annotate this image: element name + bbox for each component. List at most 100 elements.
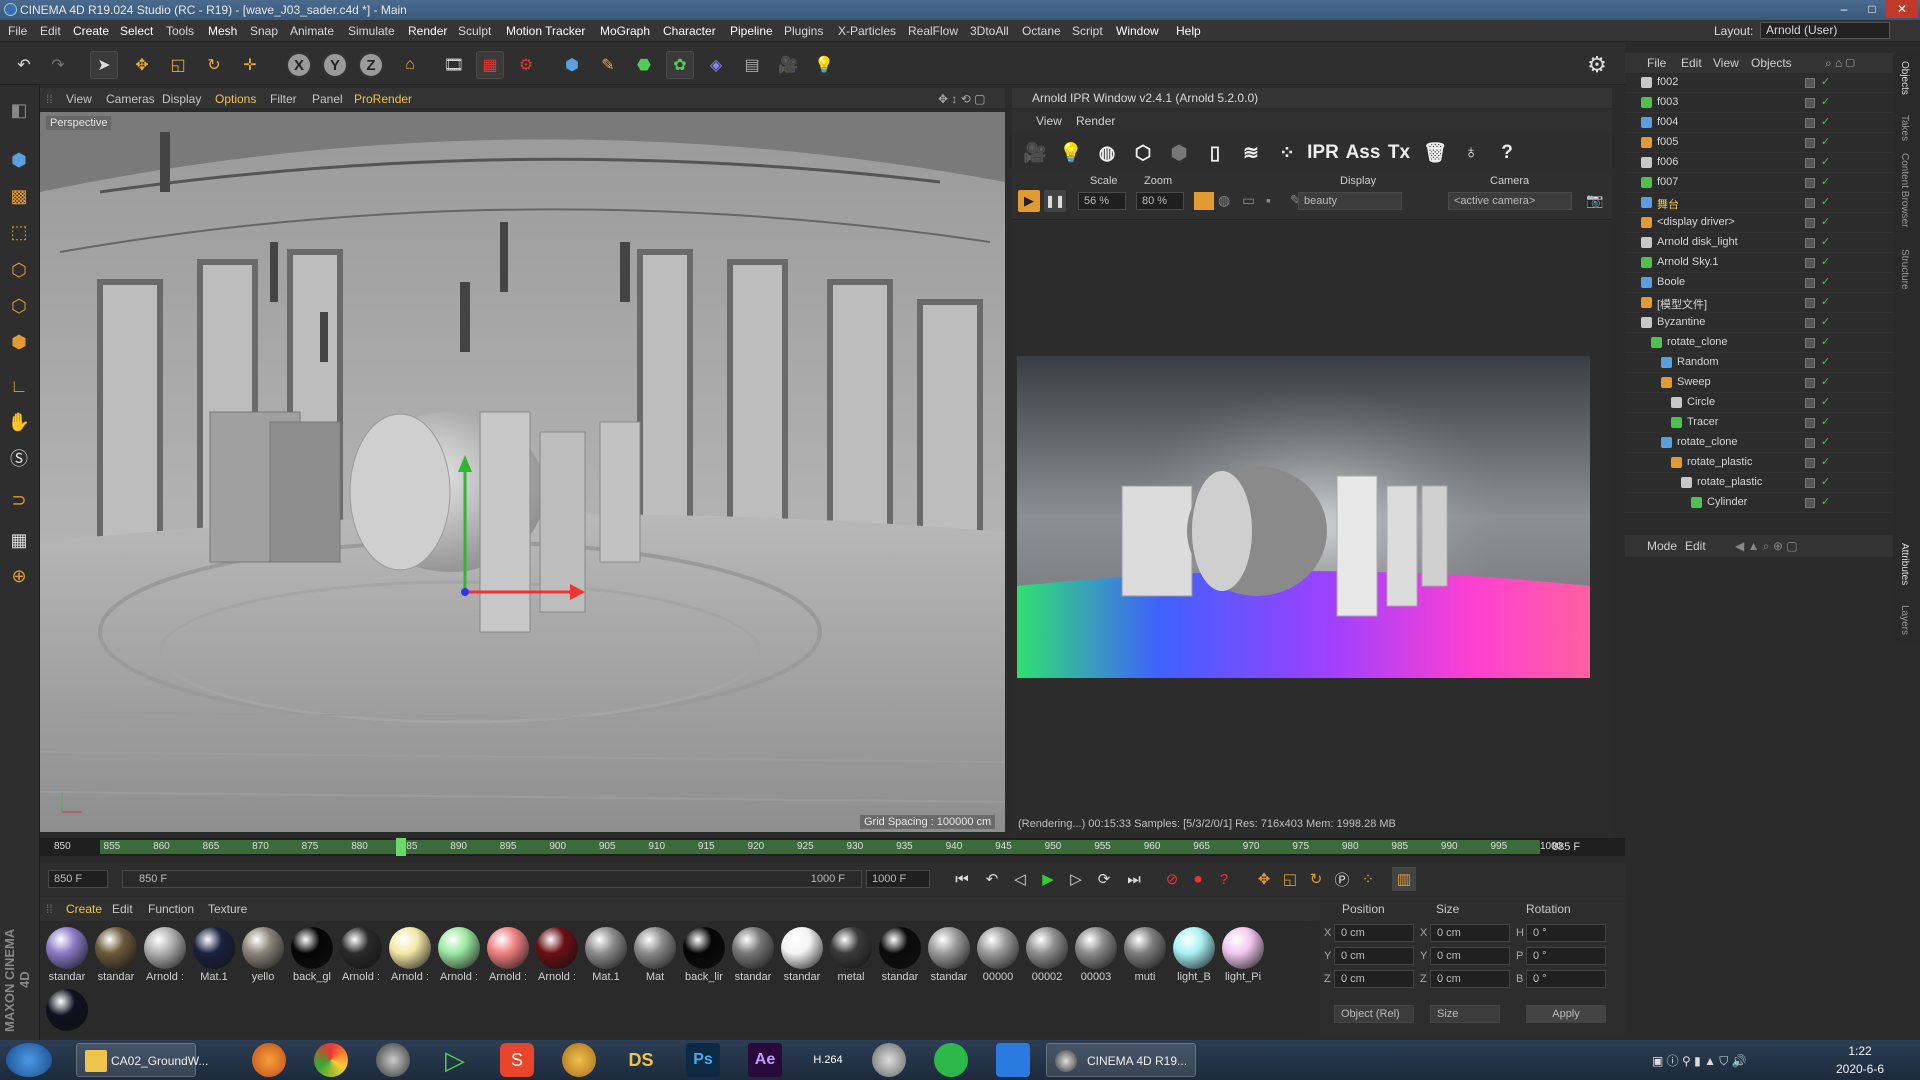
cinema4d-taskbar-icon[interactable] xyxy=(376,1043,410,1077)
enabled-check-icon[interactable]: ✓ xyxy=(1821,335,1830,348)
menu-snap[interactable]: Snap xyxy=(250,24,278,38)
material-swatch[interactable]: back_lir xyxy=(681,925,727,985)
taskbar-explorer[interactable]: CA02_GroundW... xyxy=(76,1043,208,1077)
layer-check-icon[interactable] xyxy=(1805,158,1815,168)
timeline-end-frame[interactable]: 885 F xyxy=(1552,841,1616,855)
ipr-pause-icon[interactable]: ❚❚ xyxy=(1044,190,1066,212)
timeline-playhead[interactable] xyxy=(396,838,406,856)
layer-check-icon[interactable] xyxy=(1805,378,1815,388)
enabled-check-icon[interactable]: ✓ xyxy=(1821,435,1830,448)
camera-dropdown[interactable]: <active camera> xyxy=(1448,192,1572,210)
points-mode-icon[interactable]: ⬡ xyxy=(4,255,34,285)
scale-field[interactable]: 56 % xyxy=(1078,192,1126,210)
layer-check-icon[interactable] xyxy=(1805,118,1815,128)
menu-render[interactable]: Render xyxy=(408,24,447,38)
objects-menu-view[interactable]: View xyxy=(1713,56,1739,70)
size-mode-dropdown[interactable]: Size xyxy=(1430,1005,1500,1023)
menu-sculpt[interactable]: Sculpt xyxy=(458,24,491,38)
firefox-icon[interactable] xyxy=(252,1043,286,1077)
ipr-page-icon[interactable]: ▯ xyxy=(1200,138,1230,168)
layout-dropdown[interactable]: Arnold (User) xyxy=(1760,22,1890,39)
object-row[interactable]: rotate_plastic ✓ xyxy=(1625,473,1893,493)
play-forward-icon[interactable]: ▶ xyxy=(1036,867,1060,891)
menu-file[interactable]: File xyxy=(8,24,27,38)
ipr-button[interactable]: IPR xyxy=(1304,138,1342,168)
coordinate-system-icon[interactable]: ⌂ xyxy=(396,51,424,79)
menu-animate[interactable]: Animate xyxy=(290,24,334,38)
blender-icon[interactable] xyxy=(562,1043,596,1077)
previous-frame-icon[interactable]: ◁ xyxy=(1008,867,1032,891)
object-row[interactable]: f002 ✓ xyxy=(1625,73,1893,93)
menu-help[interactable]: Help xyxy=(1176,24,1201,38)
menu-simulate[interactable]: Simulate xyxy=(348,24,395,38)
enabled-check-icon[interactable]: ✓ xyxy=(1821,175,1830,188)
layer-check-icon[interactable] xyxy=(1805,198,1815,208)
size-y-field[interactable]: 0 cm xyxy=(1430,947,1510,965)
redo-icon[interactable]: ↷ xyxy=(44,51,72,79)
next-frame-icon[interactable]: ▷ xyxy=(1064,867,1088,891)
texture-mode-icon[interactable]: ▩ xyxy=(4,181,34,211)
material-menu-create[interactable]: Create xyxy=(66,902,102,916)
make-editable-icon[interactable]: ◧ xyxy=(4,95,34,125)
menu-pipeline[interactable]: Pipeline xyxy=(730,24,773,38)
object-row[interactable]: Arnold Sky.1 ✓ xyxy=(1625,253,1893,273)
material-swatch[interactable]: Mat xyxy=(632,925,678,985)
object-row[interactable]: rotate_clone ✓ xyxy=(1625,433,1893,453)
region-mode-icon[interactable]: ▭ xyxy=(1242,192,1262,210)
quantize-icon[interactable]: ⊕ xyxy=(4,561,34,591)
ipr-menu-view[interactable]: View xyxy=(1036,114,1062,128)
material-swatch[interactable]: standar xyxy=(926,925,972,985)
enabled-check-icon[interactable]: ✓ xyxy=(1821,275,1830,288)
object-row[interactable]: f006 ✓ xyxy=(1625,153,1893,173)
attributes-menu-edit[interactable]: Edit xyxy=(1685,539,1706,553)
go-to-end-icon[interactable]: ⏭ xyxy=(1122,867,1146,891)
globe-mode-icon[interactable]: ◍ xyxy=(1218,192,1238,210)
enabled-check-icon[interactable]: ✓ xyxy=(1821,115,1830,128)
enabled-check-icon[interactable]: ✓ xyxy=(1821,355,1830,368)
enabled-check-icon[interactable]: ✓ xyxy=(1821,415,1830,428)
material-swatch[interactable]: standar xyxy=(730,925,776,985)
select-arrow-icon[interactable]: ➤ xyxy=(90,51,118,79)
close-button[interactable]: ✕ xyxy=(1886,0,1918,18)
player-icon[interactable]: ▷ xyxy=(438,1043,472,1077)
layer-check-icon[interactable] xyxy=(1805,358,1815,368)
loop-icon[interactable]: ⟳ xyxy=(1092,867,1116,891)
layer-check-icon[interactable] xyxy=(1805,498,1815,508)
ipr-globe-icon[interactable]: ◍ xyxy=(1092,138,1122,168)
menu-realflow[interactable]: RealFlow xyxy=(908,24,958,38)
material-swatch[interactable]: standar xyxy=(44,925,90,985)
y-axis-lock-icon[interactable]: Y xyxy=(322,52,348,78)
scale-icon[interactable]: ◱ xyxy=(164,51,192,79)
rot-h-field[interactable]: 0 ° xyxy=(1526,924,1606,942)
enabled-check-icon[interactable]: ✓ xyxy=(1821,395,1830,408)
model-mode-icon[interactable]: ⬢ xyxy=(4,145,34,175)
key-parameter-icon[interactable]: Ⓟ xyxy=(1330,867,1354,891)
wechat-icon[interactable] xyxy=(934,1043,968,1077)
objects-menu-file[interactable]: File xyxy=(1647,56,1666,70)
previous-keyframe-icon[interactable]: ↶ xyxy=(980,867,1004,891)
material-swatch[interactable]: 00003 xyxy=(1073,925,1119,985)
objects-menu-objects[interactable]: Objects xyxy=(1751,56,1792,70)
pen-spline-icon[interactable]: ✎ xyxy=(594,51,622,79)
coordinate-mode-dropdown[interactable]: Object (Rel) xyxy=(1334,1005,1414,1023)
object-row[interactable]: rotate_plastic ✓ xyxy=(1625,453,1893,473)
trash-icon[interactable]: 🗑 xyxy=(1420,138,1450,168)
display-dropdown[interactable]: beauty xyxy=(1298,192,1402,210)
ipr-layers-icon[interactable]: ≋ xyxy=(1236,138,1266,168)
pos-x-field[interactable]: 0 cm xyxy=(1334,924,1414,942)
timeline-layout-icon[interactable]: ▥ xyxy=(1392,867,1416,891)
objects-search-icon[interactable]: ⌕ ⌂ ▢ xyxy=(1825,56,1855,71)
subdivision-icon[interactable]: ⬣ xyxy=(630,51,658,79)
layer-check-icon[interactable] xyxy=(1805,238,1815,248)
menu-plugins[interactable]: Plugins xyxy=(784,24,823,38)
object-row[interactable]: Arnold disk_light ✓ xyxy=(1625,233,1893,253)
menu-script[interactable]: Script xyxy=(1072,24,1103,38)
layer-check-icon[interactable] xyxy=(1805,98,1815,108)
start-frame-field[interactable]: 850 F xyxy=(48,870,108,888)
maximize-button[interactable]: □ xyxy=(1858,0,1886,18)
menu-character[interactable]: Character xyxy=(663,24,716,38)
record-keys-icon[interactable]: ⊘ xyxy=(1160,867,1184,891)
enabled-check-icon[interactable]: ✓ xyxy=(1821,455,1830,468)
viewport-menu-view[interactable]: View xyxy=(66,92,92,106)
rotate-icon[interactable]: ↻ xyxy=(200,51,228,79)
